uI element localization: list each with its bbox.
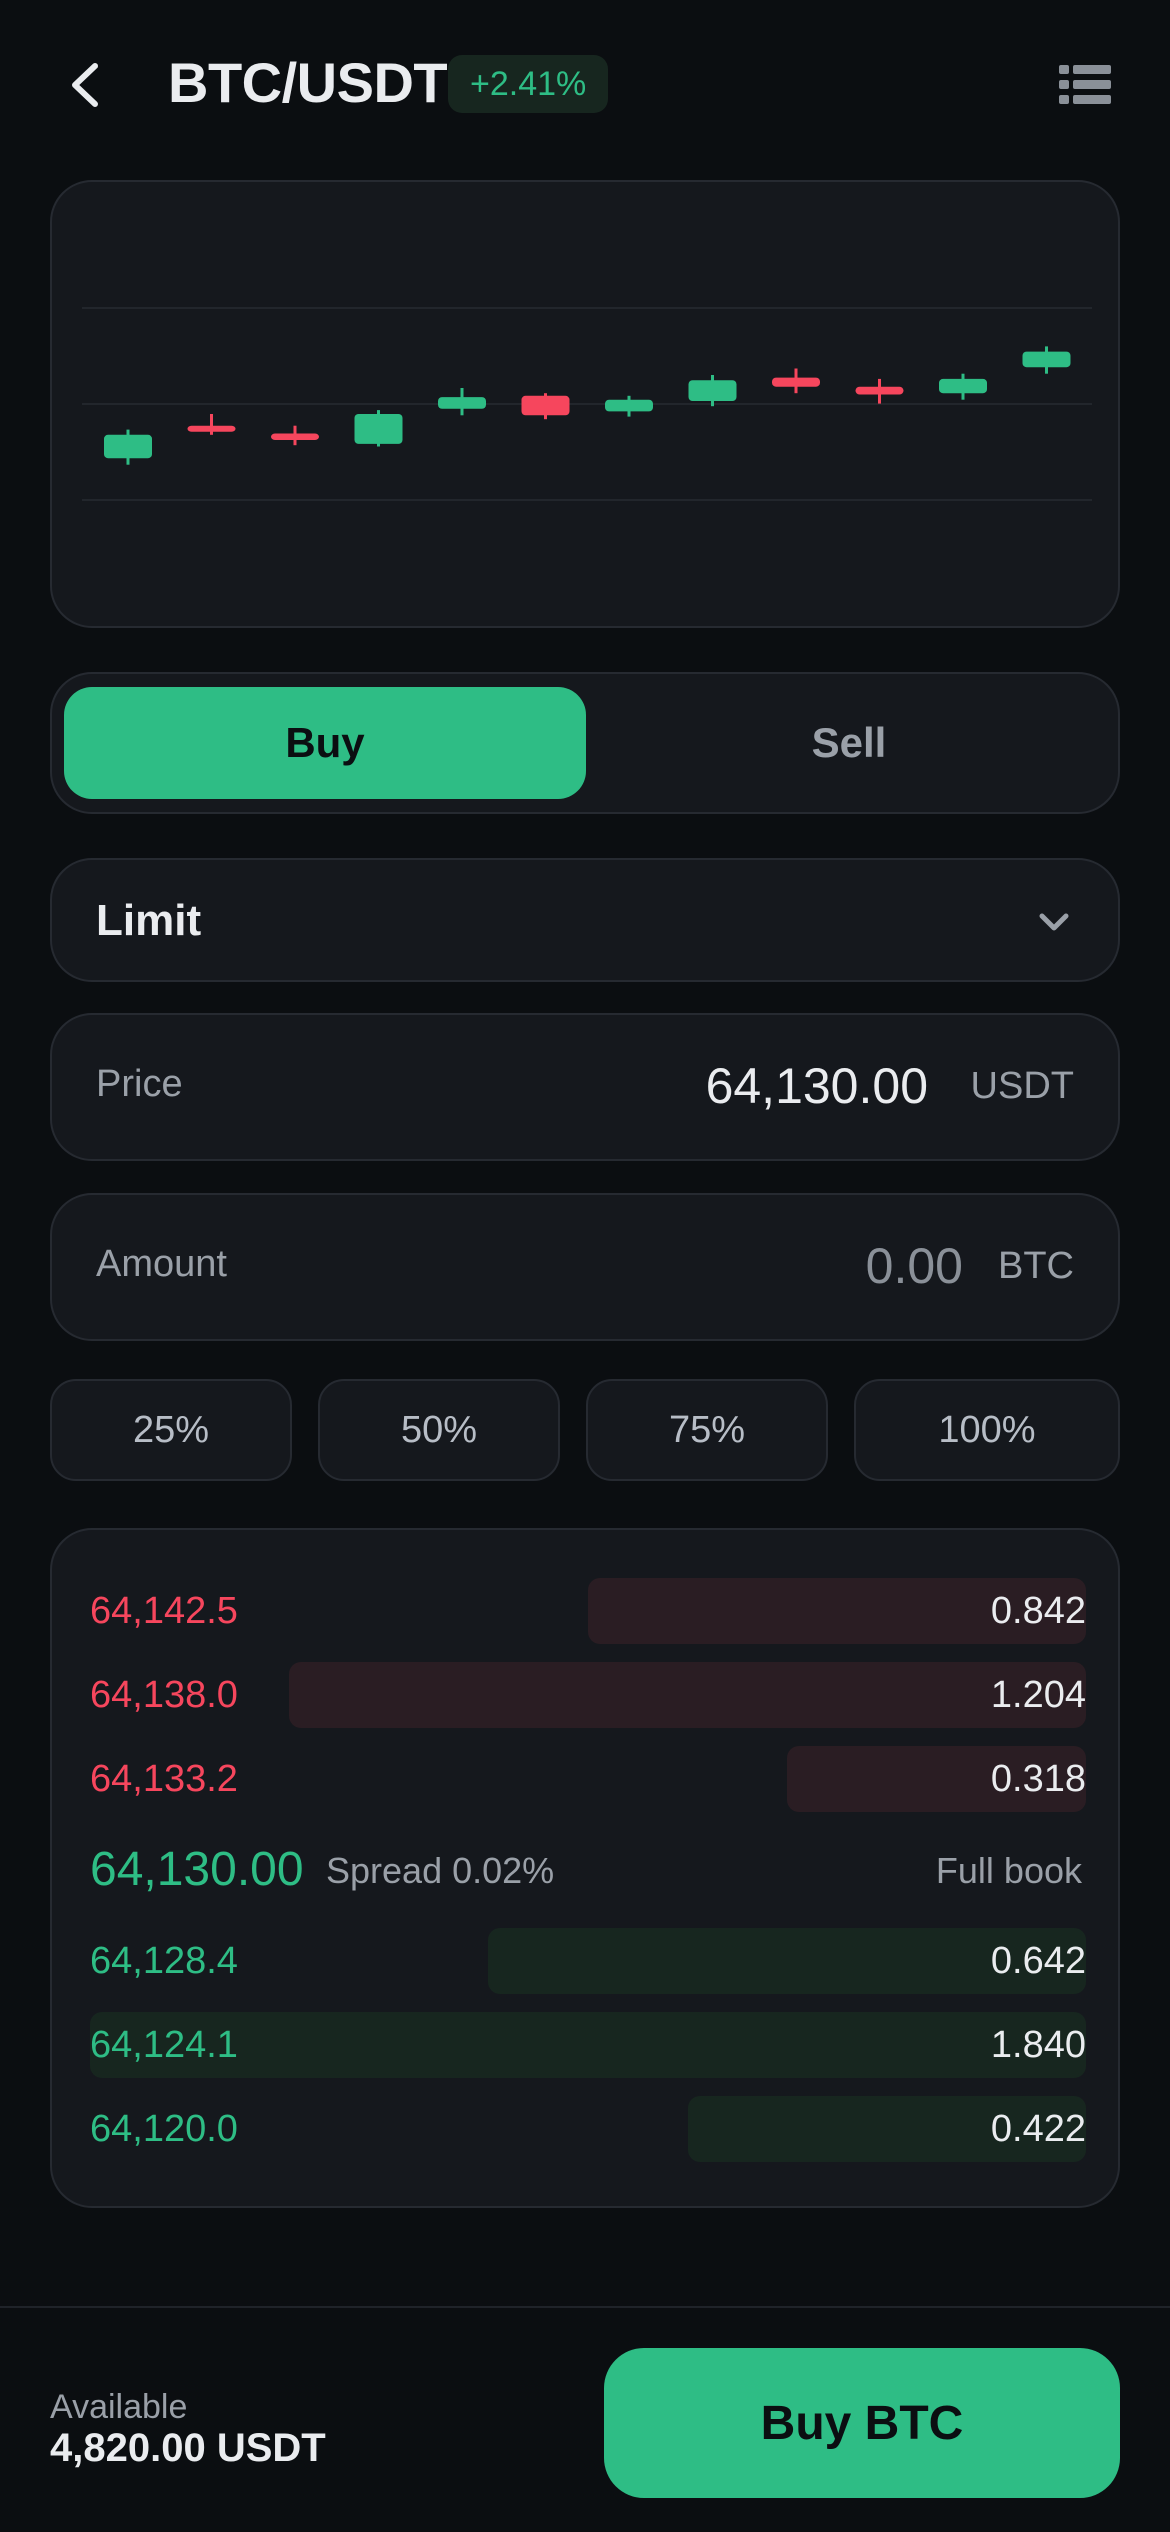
order-book: 64,142.5 0.842 64,138.0 1.204 64,133.2 0… bbox=[50, 1528, 1120, 2208]
ask-size: 0.842 bbox=[990, 1590, 1086, 1632]
candle-up bbox=[354, 414, 403, 444]
buy-tab[interactable]: Buy bbox=[64, 687, 586, 799]
side-toggle: Buy Sell bbox=[50, 672, 1120, 814]
back-button[interactable] bbox=[50, 40, 120, 130]
bid-row[interactable]: 64,128.4 0.642 bbox=[90, 1928, 1086, 1994]
sell-tab[interactable]: Sell bbox=[588, 687, 1110, 799]
header: BTC/USDT +2.41% bbox=[0, 0, 1170, 170]
candle-up bbox=[688, 380, 737, 401]
percent-75-button[interactable]: 75% bbox=[586, 1379, 828, 1481]
spread-label: Spread 0.02% bbox=[326, 1850, 555, 1891]
amount-input[interactable]: 0.00 bbox=[866, 1237, 963, 1295]
ask-size: 1.204 bbox=[990, 1674, 1086, 1716]
price-label: Price bbox=[96, 1063, 183, 1105]
bid-price: 64,124.1 bbox=[90, 2024, 238, 2066]
candle-up bbox=[438, 397, 486, 409]
full-book-link[interactable]: Full book bbox=[936, 1850, 1082, 1892]
footer-bar: Available 4,820.00 USDT Buy BTC bbox=[0, 2306, 1170, 2532]
ask-row[interactable]: 64,138.0 1.204 bbox=[90, 1662, 1086, 1728]
ask-row[interactable]: 64,142.5 0.842 bbox=[90, 1578, 1086, 1644]
chevron-down-icon bbox=[1039, 913, 1069, 931]
candle-up bbox=[939, 378, 987, 394]
bid-size: 1.840 bbox=[990, 2024, 1086, 2066]
ask-price: 64,133.2 bbox=[90, 1758, 238, 1800]
amount-label: Amount bbox=[96, 1243, 227, 1285]
list-menu-icon bbox=[1059, 65, 1111, 104]
bid-price: 64,128.4 bbox=[90, 1940, 238, 1982]
ask-price: 64,138.0 bbox=[90, 1674, 238, 1716]
candle-up bbox=[605, 399, 653, 412]
bid-row[interactable]: 64,124.1 1.840 bbox=[90, 2012, 1086, 2078]
ask-depth-bar bbox=[289, 1662, 1086, 1728]
bid-size: 0.642 bbox=[990, 1940, 1086, 1982]
order-type-select[interactable]: Limit bbox=[50, 858, 1120, 982]
order-type-value: Limit bbox=[96, 896, 202, 945]
price-chart[interactable] bbox=[50, 180, 1120, 628]
candle-up bbox=[104, 434, 152, 459]
bid-row[interactable]: 64,120.0 0.422 bbox=[90, 2096, 1086, 2162]
percent-25-button[interactable]: 25% bbox=[50, 1379, 292, 1481]
price-input[interactable]: 64,130.00 bbox=[706, 1057, 928, 1115]
ask-row[interactable]: 64,133.2 0.318 bbox=[90, 1746, 1086, 1812]
bid-size: 0.422 bbox=[990, 2108, 1086, 2150]
available-balance: 4,820.00 USDT bbox=[50, 2426, 326, 2470]
candle-down bbox=[521, 395, 570, 416]
bid-price: 64,120.0 bbox=[90, 2108, 238, 2150]
candle-down bbox=[187, 425, 236, 432]
ask-price: 64,142.5 bbox=[90, 1590, 238, 1632]
price-unit: USDT bbox=[970, 1065, 1074, 1107]
ask-size: 0.318 bbox=[990, 1758, 1086, 1800]
pair-title: BTC/USDT bbox=[168, 51, 448, 114]
candlestick-chart bbox=[82, 307, 1092, 501]
amount-field[interactable]: Amount 0.00 BTC bbox=[50, 1193, 1120, 1341]
available-label: Available bbox=[50, 2388, 188, 2426]
candle-down bbox=[271, 433, 319, 440]
bid-depth-bar bbox=[90, 2012, 1086, 2078]
price-change-badge: +2.41% bbox=[448, 55, 609, 113]
candle-up bbox=[1022, 351, 1071, 368]
percent-100-button[interactable]: 100% bbox=[854, 1379, 1120, 1481]
price-field[interactable]: Price 64,130.00 USDT bbox=[50, 1013, 1120, 1161]
candle-down bbox=[772, 377, 820, 387]
buy-btc-button[interactable]: Buy BTC bbox=[604, 2348, 1120, 2498]
candle-down bbox=[855, 386, 904, 395]
percent-50-button[interactable]: 50% bbox=[318, 1379, 560, 1481]
mid-price: 64,130.00 bbox=[90, 1843, 304, 1896]
chevron-left-icon bbox=[72, 63, 98, 107]
amount-unit: BTC bbox=[998, 1245, 1074, 1287]
menu-button[interactable] bbox=[1050, 50, 1120, 120]
